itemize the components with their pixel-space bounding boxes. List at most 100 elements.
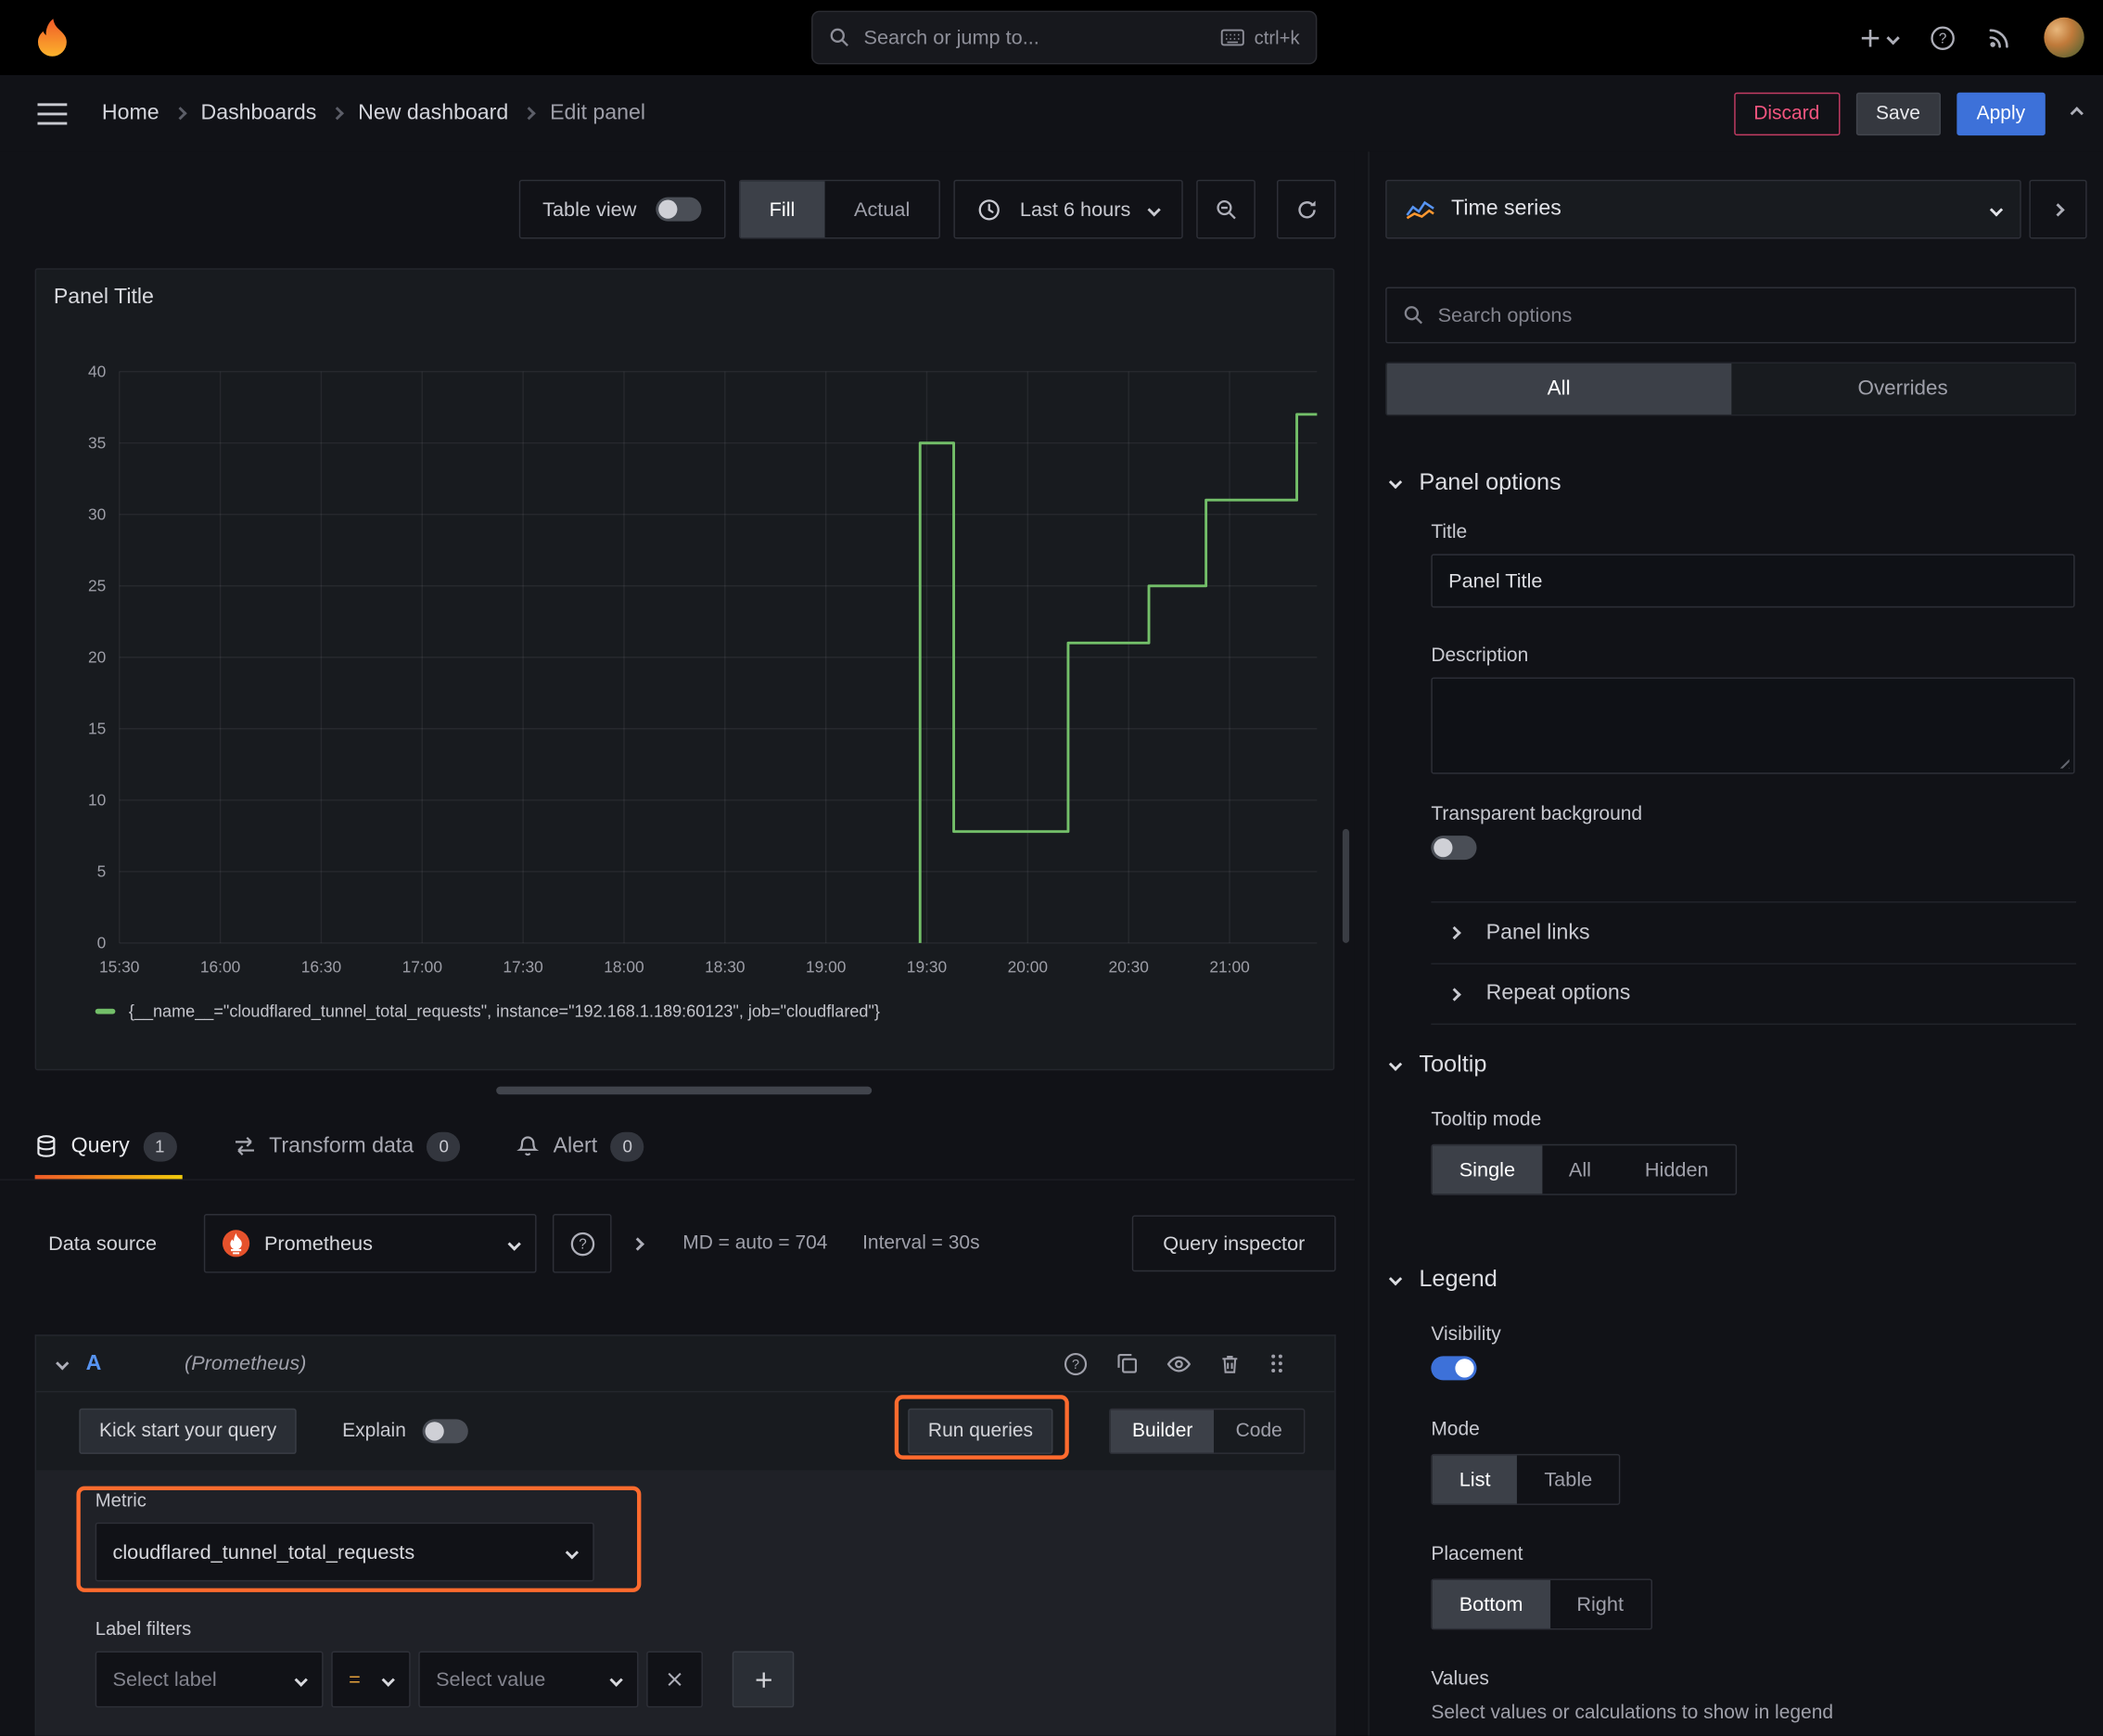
- panel-options-header[interactable]: Panel options: [1388, 468, 1561, 496]
- grafana-logo-icon[interactable]: [30, 15, 75, 60]
- panel-links-row[interactable]: Panel links: [1431, 901, 2077, 964]
- zoom-out-button[interactable]: [1196, 179, 1255, 239]
- panel-title-input[interactable]: [1431, 554, 2075, 608]
- breadcrumb-edit-panel: Edit panel: [550, 101, 646, 124]
- plus-icon: [1861, 29, 1880, 46]
- panel-resize-handle[interactable]: [496, 1086, 873, 1095]
- fill-option[interactable]: Fill: [739, 181, 825, 238]
- help-circle-icon[interactable]: ?: [1064, 1351, 1088, 1375]
- metric-label: Metric: [95, 1488, 147, 1511]
- chevron-down-icon: [1886, 31, 1900, 45]
- tooltip-mode-hidden[interactable]: Hidden: [1618, 1145, 1736, 1194]
- tooltip-header[interactable]: Tooltip: [1388, 1051, 1487, 1079]
- description-textarea[interactable]: [1431, 677, 2075, 774]
- add-filter-button[interactable]: [732, 1651, 795, 1708]
- eye-icon[interactable]: [1166, 1351, 1192, 1375]
- legend-visibility-toggle[interactable]: [1431, 1356, 1477, 1381]
- tab-query[interactable]: Query 1: [34, 1114, 182, 1180]
- tab-overrides[interactable]: Overrides: [1731, 364, 2075, 415]
- options-tabs: All Overrides: [1385, 362, 2077, 416]
- collapse-header-button[interactable]: [2070, 107, 2084, 121]
- visibility-label: Visibility: [1431, 1323, 1501, 1346]
- datasource-value: Prometheus: [263, 1232, 373, 1256]
- actual-option[interactable]: Actual: [824, 181, 939, 237]
- table-view-control[interactable]: Table view: [518, 179, 725, 239]
- datasource-label: Data source: [48, 1232, 158, 1256]
- global-search-button[interactable]: Search or jump to... ctrl+k: [811, 10, 1318, 65]
- options-search[interactable]: [1385, 287, 2077, 344]
- explain-toggle[interactable]: [422, 1419, 468, 1444]
- visualization-picker[interactable]: Time series: [1385, 179, 2021, 239]
- code-option[interactable]: Code: [1214, 1410, 1303, 1452]
- new-menu-button[interactable]: [1859, 26, 1900, 49]
- duplicate-icon[interactable]: [1115, 1352, 1139, 1375]
- svg-text:18:00: 18:00: [604, 958, 644, 976]
- label-filters-block: Label filters Select label = Select valu…: [95, 1617, 1335, 1708]
- chevron-down-icon: [1989, 202, 2004, 216]
- help-button[interactable]: ?: [1930, 25, 1955, 50]
- options-search-input[interactable]: [1437, 303, 2059, 327]
- svg-text:?: ?: [1939, 31, 1946, 46]
- transparent-background-toggle[interactable]: [1431, 836, 1477, 861]
- datasource-help-button[interactable]: ?: [552, 1214, 612, 1273]
- timeseries-chart[interactable]: 0 5 10 15 20 25 30 35 40 15:30 16:00 16:30 17:00 17:3…: [50, 348, 1324, 994]
- refresh-button[interactable]: [1277, 179, 1336, 239]
- panel-edit-actions: Discard Save Apply: [1733, 92, 2084, 135]
- breadcrumb-dashboards[interactable]: Dashboards: [201, 101, 317, 125]
- breadcrumb-new-dashboard[interactable]: New dashboard: [358, 101, 508, 125]
- kick-start-button[interactable]: Kick start your query: [79, 1408, 297, 1454]
- tab-alert[interactable]: Alert 0: [516, 1114, 644, 1180]
- metric-select[interactable]: cloudflared_tunnel_total_requests: [95, 1522, 594, 1582]
- chevron-down-icon: [565, 1545, 580, 1559]
- save-button[interactable]: Save: [1855, 92, 1941, 135]
- chevron-down-icon: [294, 1672, 308, 1687]
- breadcrumb-home[interactable]: Home: [102, 101, 159, 125]
- remove-filter-button[interactable]: [646, 1651, 703, 1708]
- legend-header[interactable]: Legend: [1388, 1265, 1498, 1293]
- tab-query-label: Query: [70, 1133, 130, 1157]
- time-range-picker[interactable]: Last 6 hours: [954, 179, 1183, 239]
- legend-placement-bottom[interactable]: Bottom: [1432, 1579, 1550, 1628]
- svg-text:19:00: 19:00: [806, 958, 846, 976]
- user-avatar[interactable]: [2044, 17, 2084, 58]
- refresh-icon: [1297, 199, 1316, 218]
- tab-transform[interactable]: Transform data 0: [233, 1114, 461, 1180]
- select-label-dropdown[interactable]: Select label: [95, 1651, 324, 1708]
- chevron-right-icon: [1447, 925, 1461, 940]
- legend-placement-right[interactable]: Right: [1549, 1580, 1651, 1628]
- visual-query-builder: Metric cloudflared_tunnel_total_requests…: [36, 1470, 1335, 1736]
- tooltip-mode-group: Single All Hidden: [1431, 1143, 1738, 1195]
- legend-mode-list[interactable]: List: [1432, 1455, 1518, 1504]
- search-shortcut: ctrl+k: [1220, 27, 1300, 48]
- title-label: Title: [1431, 521, 1468, 543]
- run-queries-button[interactable]: Run queries: [908, 1408, 1053, 1454]
- panel-preview[interactable]: Panel Title 0 5 10 15 20 25 30 35 40 15:30 16:00 16…: [34, 268, 1335, 1071]
- menu-toggle-icon[interactable]: [37, 102, 68, 124]
- collapse-options-button[interactable]: [2029, 179, 2087, 239]
- chart-legend[interactable]: {__name__="cloudflared_tunnel_total_requ…: [95, 1002, 880, 1021]
- builder-option[interactable]: Builder: [1110, 1410, 1215, 1453]
- query-inspector-button[interactable]: Query inspector: [1131, 1215, 1336, 1272]
- collapse-query-icon[interactable]: [56, 1357, 70, 1371]
- repeat-options-row[interactable]: Repeat options: [1431, 963, 2077, 1026]
- tooltip-mode-all[interactable]: All: [1542, 1145, 1618, 1194]
- chevron-down-icon: [609, 1672, 623, 1687]
- discard-button[interactable]: Discard: [1733, 92, 1841, 135]
- svg-text:19:30: 19:30: [907, 958, 947, 976]
- tooltip-mode-single[interactable]: Single: [1432, 1145, 1542, 1194]
- vertical-scrollbar[interactable]: [1342, 828, 1350, 943]
- table-view-toggle[interactable]: [655, 197, 701, 222]
- legend-mode-table[interactable]: Table: [1517, 1455, 1619, 1503]
- drag-handle-icon[interactable]: [1268, 1352, 1283, 1375]
- operator-dropdown[interactable]: =: [331, 1651, 411, 1708]
- tab-all-options[interactable]: All: [1386, 363, 1731, 415]
- search-icon: [1404, 306, 1423, 325]
- news-broadcast-button[interactable]: [1988, 25, 2012, 49]
- chevron-down-icon: [381, 1672, 395, 1687]
- query-options-expand[interactable]: [631, 1236, 644, 1251]
- select-value-dropdown[interactable]: Select value: [418, 1651, 639, 1708]
- trash-icon[interactable]: [1219, 1353, 1241, 1374]
- datasource-picker[interactable]: Prometheus: [203, 1214, 537, 1273]
- apply-button[interactable]: Apply: [1956, 92, 2046, 135]
- query-row-header[interactable]: A (Prometheus) ?: [36, 1336, 1335, 1393]
